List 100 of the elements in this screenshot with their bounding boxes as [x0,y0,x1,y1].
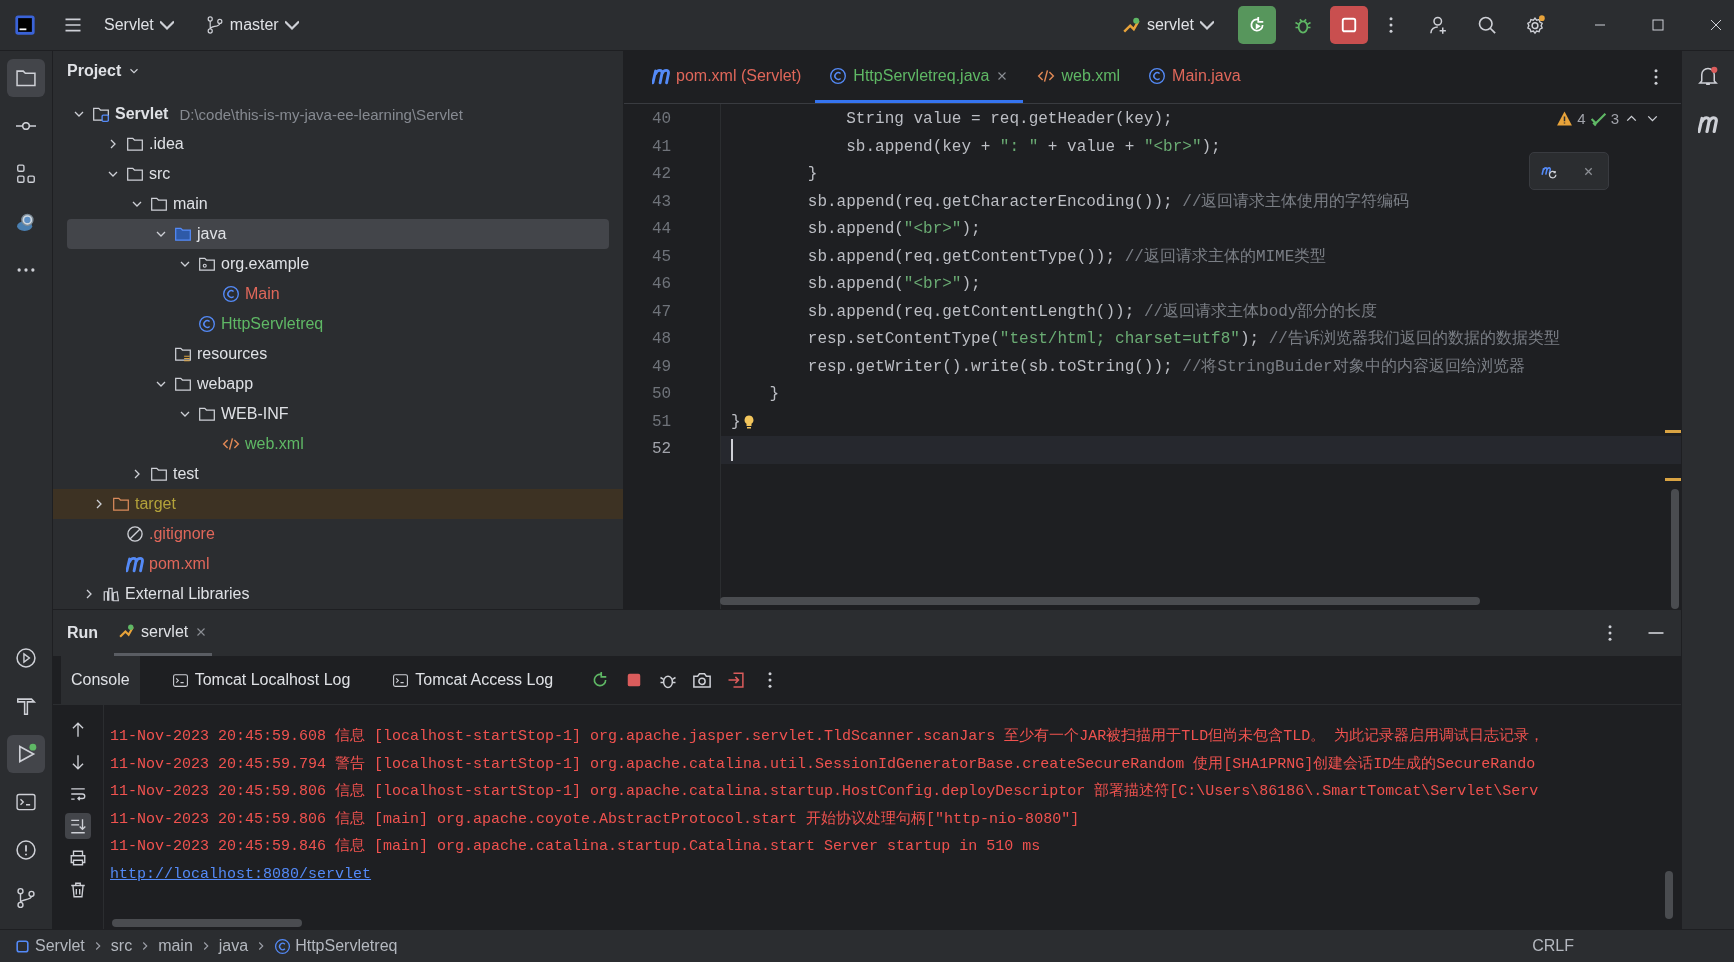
code-token: ); [961,274,981,295]
breadcrumb[interactable]: src [110,937,133,955]
breadcrumb[interactable]: Servlet [35,937,85,955]
tab-label: Tomcat Localhost Log [194,671,351,689]
code-token: //告诉浏览器我们返回的数据的数据类型 [1268,328,1560,350]
line-number: 47 [651,301,673,323]
text-cursor [731,438,733,461]
resources-icon [174,345,192,363]
scroll-to-end-icon[interactable] [65,813,91,839]
tree-label: resources [197,345,268,363]
tree-label: Main [245,285,280,303]
branch-icon [205,16,224,34]
ignore-icon [126,525,144,543]
tree-row[interactable]: web.xml [67,429,609,459]
tree-row[interactable]: main [67,189,609,219]
code-token: resp.setContentType( [806,329,1000,350]
tree-row[interactable]: .idea [67,129,609,159]
caret-icon [1200,18,1214,32]
close-icon[interactable] [1708,17,1724,33]
tab-label: HttpServletreq.java [853,66,990,85]
editor-tab[interactable]: Main.java [1134,51,1255,103]
console-tab[interactable]: Console [61,656,140,704]
code-token: "<br>" [903,274,962,295]
tree-row[interactable]: Main [67,279,609,309]
run-panel-title: Run [67,624,99,642]
tree-row[interactable]: WEB-INF [67,399,609,429]
tab-label: Tomcat Access Log [415,671,554,689]
line-number: 51 [651,411,673,433]
code-token: sb.append( [806,274,904,295]
library-icon [102,585,120,603]
log-icon [392,671,410,689]
tree-row[interactable]: webapp [67,369,609,399]
console-tab[interactable]: Tomcat Localhost Log [161,656,361,704]
app-logo-icon [14,14,36,36]
check-count: 3 [1610,110,1619,127]
project-panel-title[interactable]: Project [67,62,122,80]
breadcrumb[interactable]: java [218,937,249,955]
log-icon [171,671,189,689]
editor-tab[interactable]: web.xml [1023,51,1135,103]
tree-label: WEB-INF [221,405,289,423]
tree-row[interactable]: Servlet D:\code\this-is-my-java-ee-learning\Servlet [57,99,609,129]
tree-label: .idea [149,135,184,153]
line-number: 42 [651,164,673,185]
rerun-button[interactable] [1238,6,1276,44]
folder-tool-button[interactable] [7,59,45,97]
run-tool-button[interactable] [7,735,45,773]
maximize-icon[interactable] [1650,17,1666,33]
tree-row[interactable]: test [67,459,609,489]
commit-icon [15,122,37,130]
line-number: 41 [651,136,673,158]
tree-row[interactable]: src [67,159,609,189]
terminal-icon [15,791,37,813]
server-link[interactable]: http://localhost:8080/servlet [110,865,372,883]
run-config-icon [118,623,136,640]
tree-row[interactable]: org.example [67,249,609,279]
code-token: sb.append(req.getContentLength()); [806,301,1136,323]
line-separator[interactable]: CRLF [1532,937,1574,955]
tree-row[interactable]: pom.xml [67,549,609,579]
tree-label: test [173,465,199,483]
scrollbar-thumb[interactable] [1665,871,1673,919]
line-number: 40 [651,109,673,130]
tree-label: main [173,195,208,213]
breadcrumb[interactable]: main [158,937,193,955]
branch-selector[interactable]: master [197,10,307,40]
run-configuration-selector[interactable]: servlet [1114,10,1222,40]
warning-icon[interactable] [1556,110,1574,127]
tree-row[interactable]: External Libraries [67,579,609,609]
folder-icon [150,195,168,213]
check-icon[interactable] [1589,110,1607,127]
ignored-tree-row[interactable]: target [53,489,623,519]
line-number: 46 [651,274,673,295]
scrollbar-thumb[interactable] [720,597,1480,605]
tab-label: Main.java [1172,66,1241,85]
log-line: 11-Nov-2023 20:45:59.608 信息 [localhost-startStop-1] org.apache.jasper.servlet.TldScanner.scanJars 至少有一个JAR被扫描用于TLD但尚未包含TLD。 为此记录器启用调试日志记录， [110,726,1545,747]
folder-icon [174,375,192,393]
editor-tab[interactable]: pom.xml (Servlet) [638,51,816,103]
console-tab[interactable]: Tomcat Access Log [382,656,564,704]
selected-tree-row[interactable]: java [67,219,609,249]
stop-button[interactable] [1330,6,1368,44]
code-token: //返回请求主体body部分的长度 [1143,301,1378,323]
code-token: } [731,411,741,433]
maven-icon [126,555,144,573]
breadcrumb[interactable]: HttpServletreq [295,937,398,955]
line-number: 50 [651,384,673,405]
project-selector[interactable]: Servlet [96,10,182,40]
tree-label: org.example [221,255,310,273]
tree-row[interactable]: resources [67,339,609,369]
run-config-icon [1122,16,1141,34]
tree-label: Servlet [115,105,169,123]
path-hint: D:\code\this-is-my-java-ee-learning\Servlet [179,105,463,123]
code-token: + value + [1046,136,1136,158]
editor-tab[interactable]: HttpServletreq.java [815,51,1024,103]
tree-row[interactable]: .gitignore [67,519,609,549]
code-token: ": " [999,136,1039,158]
code-token: "<br>" [903,219,962,240]
tree-label: webapp [197,375,254,393]
scrollbar-thumb[interactable] [112,919,302,927]
scrollbar-thumb[interactable] [1671,489,1679,609]
stop-icon [1339,15,1359,35]
tree-row[interactable]: HttpServletreq [67,309,609,339]
